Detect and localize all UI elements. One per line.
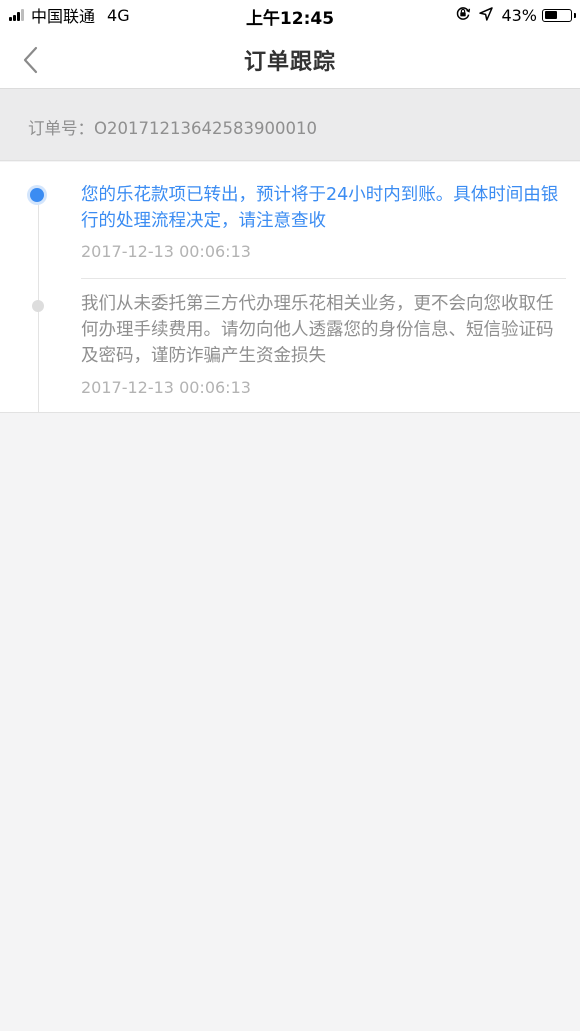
battery-fill bbox=[544, 11, 557, 19]
timeline-divider bbox=[81, 278, 566, 279]
tracking-timeline: 您的乐花款项已转出，预计将于24小时内到账。具体时间由银行的处理流程决定，请注意… bbox=[0, 162, 580, 413]
timeline-time: 2017-12-13 00:06:13 bbox=[81, 378, 251, 397]
nav-bar: 订单跟踪 bbox=[0, 30, 580, 89]
battery-percent: 43% bbox=[501, 5, 537, 25]
timeline-dot bbox=[32, 300, 44, 312]
timeline-time: 2017-12-13 00:06:13 bbox=[81, 242, 251, 261]
orientation-lock-icon bbox=[455, 5, 471, 25]
status-bar: 中国联通 4G 上午12:45 43% bbox=[0, 0, 580, 30]
order-number: 订单号：O20171213642583900010 bbox=[28, 119, 317, 138]
timeline-message: 您的乐花款项已转出，预计将于24小时内到账。具体时间由银行的处理流程决定，请注意… bbox=[81, 185, 559, 231]
location-arrow-icon bbox=[479, 6, 494, 25]
battery-icon bbox=[542, 8, 576, 22]
timeline-dot-active bbox=[30, 188, 44, 202]
status-bar-right: 43% bbox=[455, 4, 576, 26]
page-title: 订单跟踪 bbox=[243, 50, 336, 75]
timeline-message: 我们从未委托第三方代办理乐花相关业务，更不会向您收取任何办理手续费用。请勿向他人… bbox=[81, 294, 554, 366]
order-number-row: 订单号：O20171213642583900010 bbox=[0, 89, 580, 161]
battery-cap bbox=[573, 12, 576, 18]
